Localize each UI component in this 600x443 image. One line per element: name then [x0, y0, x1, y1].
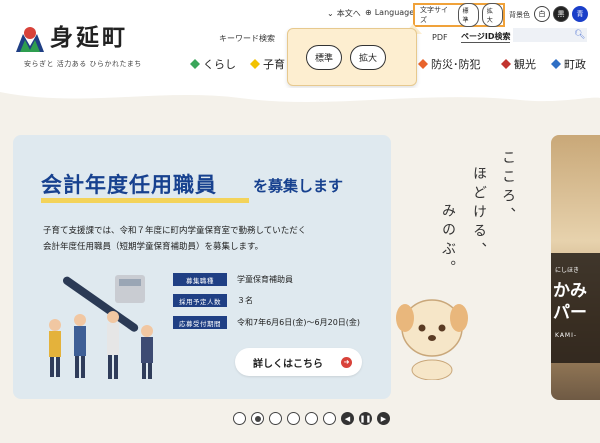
text-size-standard-button[interactable]: 標準 — [457, 3, 479, 27]
slogan-line1: こころ、 — [500, 150, 516, 226]
info-value-period: 令和7年6月6日(金)～6月20日(金) — [237, 318, 361, 327]
popup-large-button[interactable]: 拡大 — [350, 44, 387, 70]
text-size-large-button[interactable]: 拡大 — [481, 3, 503, 27]
nav-bousai[interactable]: 防災･防犯 — [418, 56, 481, 72]
banner-desc-line2: 会計年度任用職員（短期学童保育補助員）を募集します。 — [43, 242, 264, 252]
text-size-switcher: 文字サイズ 標準 拡大 — [413, 3, 505, 27]
details-button-label: 詳しくはこちら — [253, 358, 323, 370]
info-row-job: 募集職種 学童保育補助員 — [173, 273, 293, 286]
keyword-search-label[interactable]: キーワード検索 — [219, 33, 275, 44]
nav-kankou[interactable]: 観光 — [501, 56, 536, 72]
info-value-job: 学童保育補助員 — [237, 275, 293, 284]
carousel-dot-6[interactable] — [323, 412, 336, 425]
info-key-headcount: 採用予定人数 — [173, 294, 227, 307]
carousel-dot-1[interactable] — [233, 412, 246, 425]
carousel-dot-5[interactable] — [305, 412, 318, 425]
search-icon[interactable]: 🔍︎ — [574, 30, 585, 40]
slogan-line3: みのぶ。 — [440, 203, 456, 279]
leaf-icon — [501, 59, 511, 69]
nav-kosodate[interactable]: 子育 — [250, 56, 285, 72]
next-slide-photo[interactable]: にしほき かみ パー KAMI- — [551, 135, 600, 400]
nav-kankou-label: 観光 — [514, 58, 536, 71]
chevron-down-icon: ⌄ — [327, 9, 334, 18]
carousel-dot-2[interactable] — [251, 412, 264, 425]
nav-chousei-label: 町政 — [564, 58, 586, 71]
banner-title: 会計年度任用職員 — [41, 173, 217, 197]
photo-caption-big: かみ パー — [553, 281, 587, 323]
carousel-controls: ◀ ❚❚ ▶ — [233, 412, 390, 425]
prev-icon[interactable]: ◀ — [341, 412, 354, 425]
details-button[interactable]: 詳しくはこちら ➜ — [235, 348, 362, 376]
nav-bousai-label: 防災･防犯 — [431, 58, 481, 71]
banner-title-suffix: を募集します — [253, 177, 344, 195]
globe-icon: ⊕ — [365, 8, 372, 17]
text-size-popup: 標準 拡大 — [287, 28, 417, 86]
recruit-banner[interactable]: 会計年度任用職員 を募集します 子育て支援課では、令和７年度に町内学童保育室で勤… — [13, 135, 391, 399]
info-value-headcount: ３名 — [237, 296, 253, 305]
carousel-dot-3[interactable] — [269, 412, 282, 425]
mascot-character-icon — [396, 299, 468, 380]
town-logo-icon[interactable] — [14, 22, 46, 54]
bg-blue-button[interactable]: 青 — [572, 6, 588, 22]
language-label: Language — [374, 8, 415, 17]
bg-color-label: 背景色 — [509, 11, 530, 19]
bg-white-button[interactable]: 白 — [534, 6, 550, 22]
banner-desc-line1: 子育て支援課では、令和７年度に町内学童保育室で勤務していただく — [43, 226, 307, 236]
nav-kurashi-label: くらし — [203, 58, 236, 71]
info-row-period: 応募受付期間 令和7年6月6日(金)～6月20日(金) — [173, 316, 360, 329]
popup-standard-button[interactable]: 標準 — [306, 44, 343, 70]
banner-description: 子育て支援課では、令和７年度に町内学童保育室で勤務していただく 会計年度任用職員… — [43, 223, 373, 255]
info-key-period: 応募受付期間 — [173, 316, 227, 329]
leaf-icon — [190, 59, 200, 69]
nav-chousei[interactable]: 町政 — [551, 56, 586, 72]
info-row-headcount: 採用予定人数 ３名 — [173, 294, 253, 307]
language-link[interactable]: ⊕ Language — [365, 8, 414, 17]
arrow-right-icon: ➜ — [341, 356, 352, 368]
next-icon[interactable]: ▶ — [377, 412, 390, 425]
carousel-dot-4[interactable] — [287, 412, 300, 425]
office-workers-illustration — [49, 275, 153, 379]
pause-icon[interactable]: ❚❚ — [359, 412, 372, 425]
photo-caption-sub: KAMI- — [555, 332, 578, 339]
leaf-icon — [418, 59, 428, 69]
text-size-label: 文字サイズ — [420, 6, 448, 24]
slogan-line2: ほどける、 — [471, 166, 487, 261]
bg-black-button[interactable]: 黒 — [553, 6, 569, 22]
nav-kosodate-label: 子育 — [263, 58, 285, 71]
nav-kurashi[interactable]: くらし — [190, 56, 236, 72]
info-key-job: 募集職種 — [173, 273, 227, 286]
skip-to-content-link[interactable]: ⌄ 本文へ — [327, 8, 361, 19]
photo-caption-small: にしほき — [555, 267, 580, 274]
leaf-icon — [551, 59, 561, 69]
site-name[interactable]: 身延町 — [50, 18, 128, 52]
site-tagline: 安らぎと 活力ある ひらかれたまち — [24, 60, 142, 68]
leaf-icon — [250, 59, 260, 69]
pdf-link[interactable]: PDF — [432, 33, 448, 42]
skip-to-content-label: 本文へ — [336, 9, 361, 18]
page-id-search-label[interactable]: ページID検索 — [461, 31, 511, 43]
